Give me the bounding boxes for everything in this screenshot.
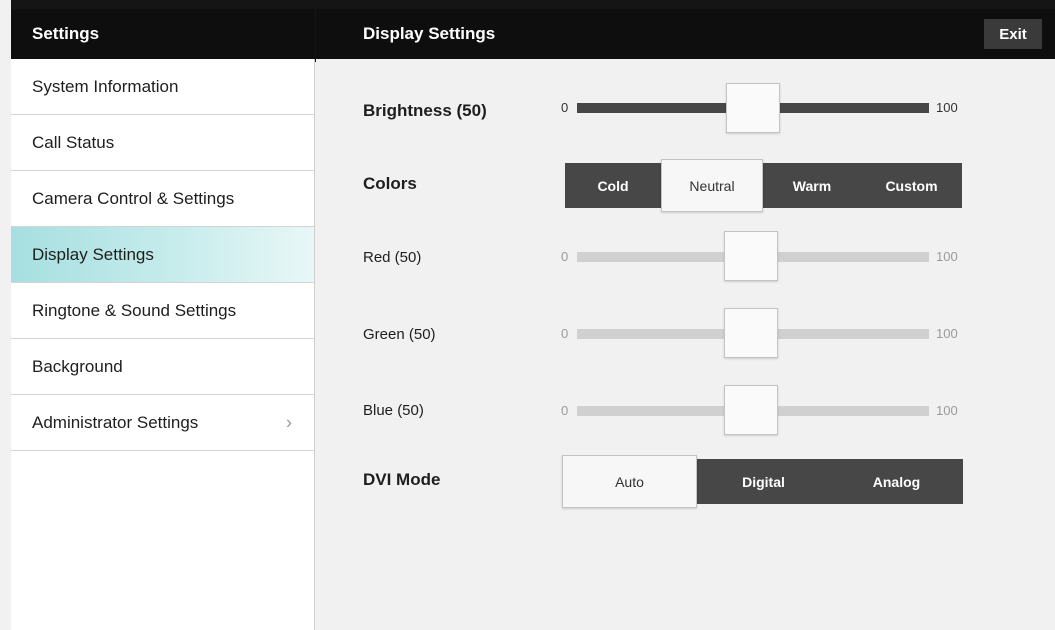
brightness-slider-thumb[interactable]	[726, 83, 780, 133]
brightness-max: 100	[936, 100, 958, 115]
sidebar-item-label: Call Status	[32, 132, 115, 152]
sidebar-item-camera-control[interactable]: Camera Control & Settings	[11, 171, 314, 227]
colors-segmented-control: Cold Neutral Warm Custom	[565, 159, 962, 212]
settings-title: Settings	[11, 9, 315, 59]
frame-edge	[0, 0, 11, 630]
green-slider-thumb[interactable]	[724, 308, 778, 358]
sidebar-item-call-status[interactable]: Call Status	[11, 115, 314, 171]
colors-option-warm[interactable]: Warm	[763, 163, 861, 208]
sidebar: System Information Call Status Camera Co…	[11, 59, 315, 630]
sidebar-item-label: Ringtone & Sound Settings	[32, 300, 237, 320]
sidebar-item-label: Camera Control & Settings	[32, 188, 235, 208]
sidebar-item-label: System Information	[32, 76, 179, 96]
colors-option-neutral[interactable]: Neutral	[661, 159, 763, 212]
colors-option-custom[interactable]: Custom	[861, 163, 962, 208]
green-label: Green (50)	[363, 326, 436, 343]
dvi-option-analog[interactable]: Analog	[830, 459, 963, 504]
sidebar-item-label: Background	[32, 356, 123, 376]
dvi-option-auto[interactable]: Auto	[562, 455, 697, 508]
sidebar-item-system-information[interactable]: System Information	[11, 59, 314, 115]
dvi-mode-segmented-control: Auto Digital Analog	[562, 455, 963, 508]
main-panel: Brightness (50) 0 100 Colors Cold Neutra…	[316, 59, 1055, 630]
green-min: 0	[561, 326, 569, 341]
brightness-label: Brightness (50)	[363, 101, 487, 120]
brightness-min: 0	[561, 100, 569, 115]
page-title: Display Settings	[316, 9, 1055, 59]
red-slider-thumb[interactable]	[724, 231, 778, 281]
chevron-right-icon: ›	[286, 412, 292, 432]
sidebar-item-label: Administrator Settings	[32, 412, 199, 432]
sidebar-item-administrator-settings[interactable]: Administrator Settings ›	[11, 395, 314, 451]
red-label: Red (50)	[363, 249, 422, 266]
dvi-mode-label: DVI Mode	[363, 470, 441, 489]
sidebar-item-display-settings[interactable]: Display Settings	[11, 227, 314, 283]
blue-label: Blue (50)	[363, 402, 424, 419]
exit-button[interactable]: Exit	[984, 19, 1042, 49]
sidebar-item-ringtone-sound[interactable]: Ringtone & Sound Settings	[11, 283, 314, 339]
green-max: 100	[936, 326, 958, 341]
red-min: 0	[561, 249, 569, 264]
sidebar-item-background[interactable]: Background	[11, 339, 314, 395]
colors-option-cold[interactable]: Cold	[565, 163, 661, 208]
dvi-option-digital[interactable]: Digital	[697, 459, 830, 504]
blue-slider-thumb[interactable]	[724, 385, 778, 435]
blue-min: 0	[561, 403, 569, 418]
blue-max: 100	[936, 403, 958, 418]
colors-label: Colors	[363, 174, 417, 193]
sidebar-item-label: Display Settings	[32, 244, 154, 264]
red-max: 100	[936, 249, 958, 264]
